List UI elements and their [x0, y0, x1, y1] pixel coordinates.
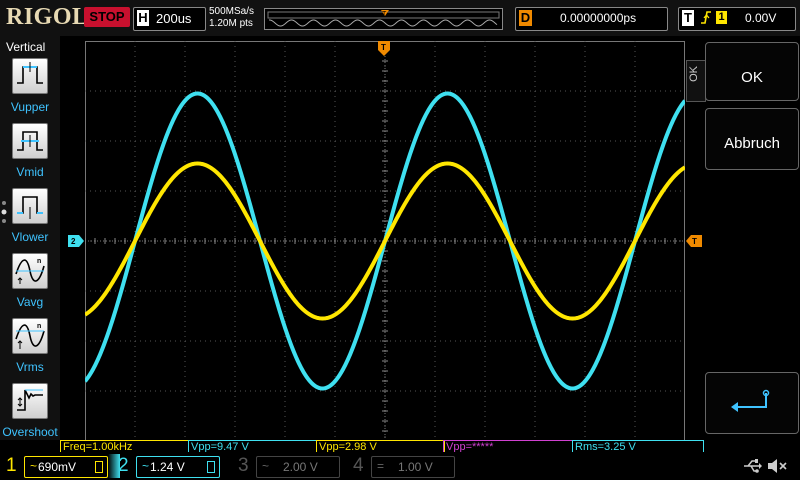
enter-button[interactable]: [705, 372, 799, 434]
svg-text:T: T: [382, 11, 387, 18]
enter-icon: [706, 389, 798, 421]
channel-4-button[interactable]: 4: [353, 455, 364, 477]
sample-rate: 500MSa/s: [209, 6, 255, 17]
active-channel-indicator: [108, 454, 120, 478]
cancel-button-label: Abbruch: [724, 135, 780, 152]
menu-item-overshoot[interactable]: Overshoot: [0, 383, 60, 439]
bandwidth-limit-icon: [207, 461, 215, 473]
horizontal-label: H: [137, 10, 149, 26]
channel-2-scale-box[interactable]: ~1.24 V: [136, 456, 220, 478]
trigger-level-label: T: [692, 237, 697, 246]
waveform-grid: [83, 40, 687, 442]
memory-overview-bar[interactable]: T: [264, 8, 503, 30]
menu-item-vmid[interactable]: Vmid: [0, 123, 60, 179]
vmid-icon: [12, 123, 48, 159]
channel-1-scale-box[interactable]: ~690mV: [24, 456, 108, 478]
trigger-source: 1: [716, 11, 727, 24]
overshoot-icon: [12, 383, 48, 419]
brand-logo: RIGOL: [6, 4, 89, 30]
timebase-value: 200us: [156, 11, 192, 26]
menu-item-label: Vavg: [16, 295, 44, 309]
delay-value: 0.00000000ps: [560, 11, 637, 25]
waveform-display[interactable]: [83, 40, 687, 442]
channel-3-scale-box[interactable]: ~2.00 V: [256, 456, 340, 478]
trigger-position-marker[interactable]: T: [378, 41, 390, 62]
usb-icon: [742, 458, 762, 479]
acquisition-info: 500MSa/s 1.20M pts: [209, 6, 254, 30]
bandwidth-limit-icon: [95, 461, 103, 473]
channel-3-button[interactable]: 3: [238, 455, 249, 477]
speaker-muted-icon[interactable]: [766, 457, 788, 480]
trigger-box[interactable]: [678, 7, 796, 31]
trigger-level: 0.00V: [745, 11, 777, 25]
coupling-icon: ~: [30, 459, 38, 473]
channel-scale: 2.00 V: [283, 460, 318, 474]
menu-item-label: Vupper: [10, 100, 50, 114]
menu-item-label: Overshoot: [2, 425, 58, 439]
menu-item-label: Vrms: [16, 360, 44, 374]
channel-scale: 690mV: [38, 460, 77, 474]
vupper-icon: [12, 58, 48, 94]
ch2-ground-label: 2: [71, 237, 76, 246]
trigger-level-marker[interactable]: T: [686, 234, 702, 252]
svg-text:n: n: [37, 323, 41, 330]
channel-1-button[interactable]: 1: [6, 455, 17, 477]
memory-overview-waveform-icon: T: [267, 10, 500, 27]
menu-item-label: Vmid: [16, 165, 44, 179]
vlower-icon: [12, 188, 48, 224]
coupling-icon: =: [377, 459, 385, 473]
menu-page-dots-icon: [1, 200, 7, 229]
coupling-icon: ~: [142, 459, 150, 473]
menu-item-vavg[interactable]: n Vavg: [0, 253, 60, 309]
menu-item-label: Vlower: [11, 230, 49, 244]
memory-depth: 1.20M pts: [209, 18, 253, 29]
vavg-icon: n: [12, 253, 48, 289]
coupling-icon: ~: [262, 459, 270, 473]
ch2-ground-marker[interactable]: 2: [68, 234, 84, 252]
cancel-button[interactable]: Abbruch: [705, 108, 799, 170]
svg-text:n: n: [37, 258, 41, 265]
delay-label: D: [519, 10, 532, 26]
rising-edge-icon: [699, 9, 713, 30]
trigger-position-label: T: [381, 43, 386, 52]
ok-button[interactable]: OK: [705, 42, 799, 101]
channel-4-scale-box[interactable]: = 1.00 V: [371, 456, 455, 478]
vrms-icon: n: [12, 318, 48, 354]
menu-item-vlower[interactable]: Vlower: [0, 188, 60, 244]
run-stop-status[interactable]: STOP: [84, 7, 130, 27]
trigger-label: T: [682, 10, 694, 26]
menu-item-vupper[interactable]: Vupper: [0, 58, 60, 114]
menu-item-vrms[interactable]: n Vrms: [0, 318, 60, 374]
channel-scale: 1.00 V: [398, 460, 433, 474]
ok-button-label: OK: [741, 69, 763, 86]
menu-title: Vertical: [6, 40, 46, 54]
close-menu-label: OK: [688, 66, 700, 82]
channel-scale: 1.24 V: [150, 460, 185, 474]
